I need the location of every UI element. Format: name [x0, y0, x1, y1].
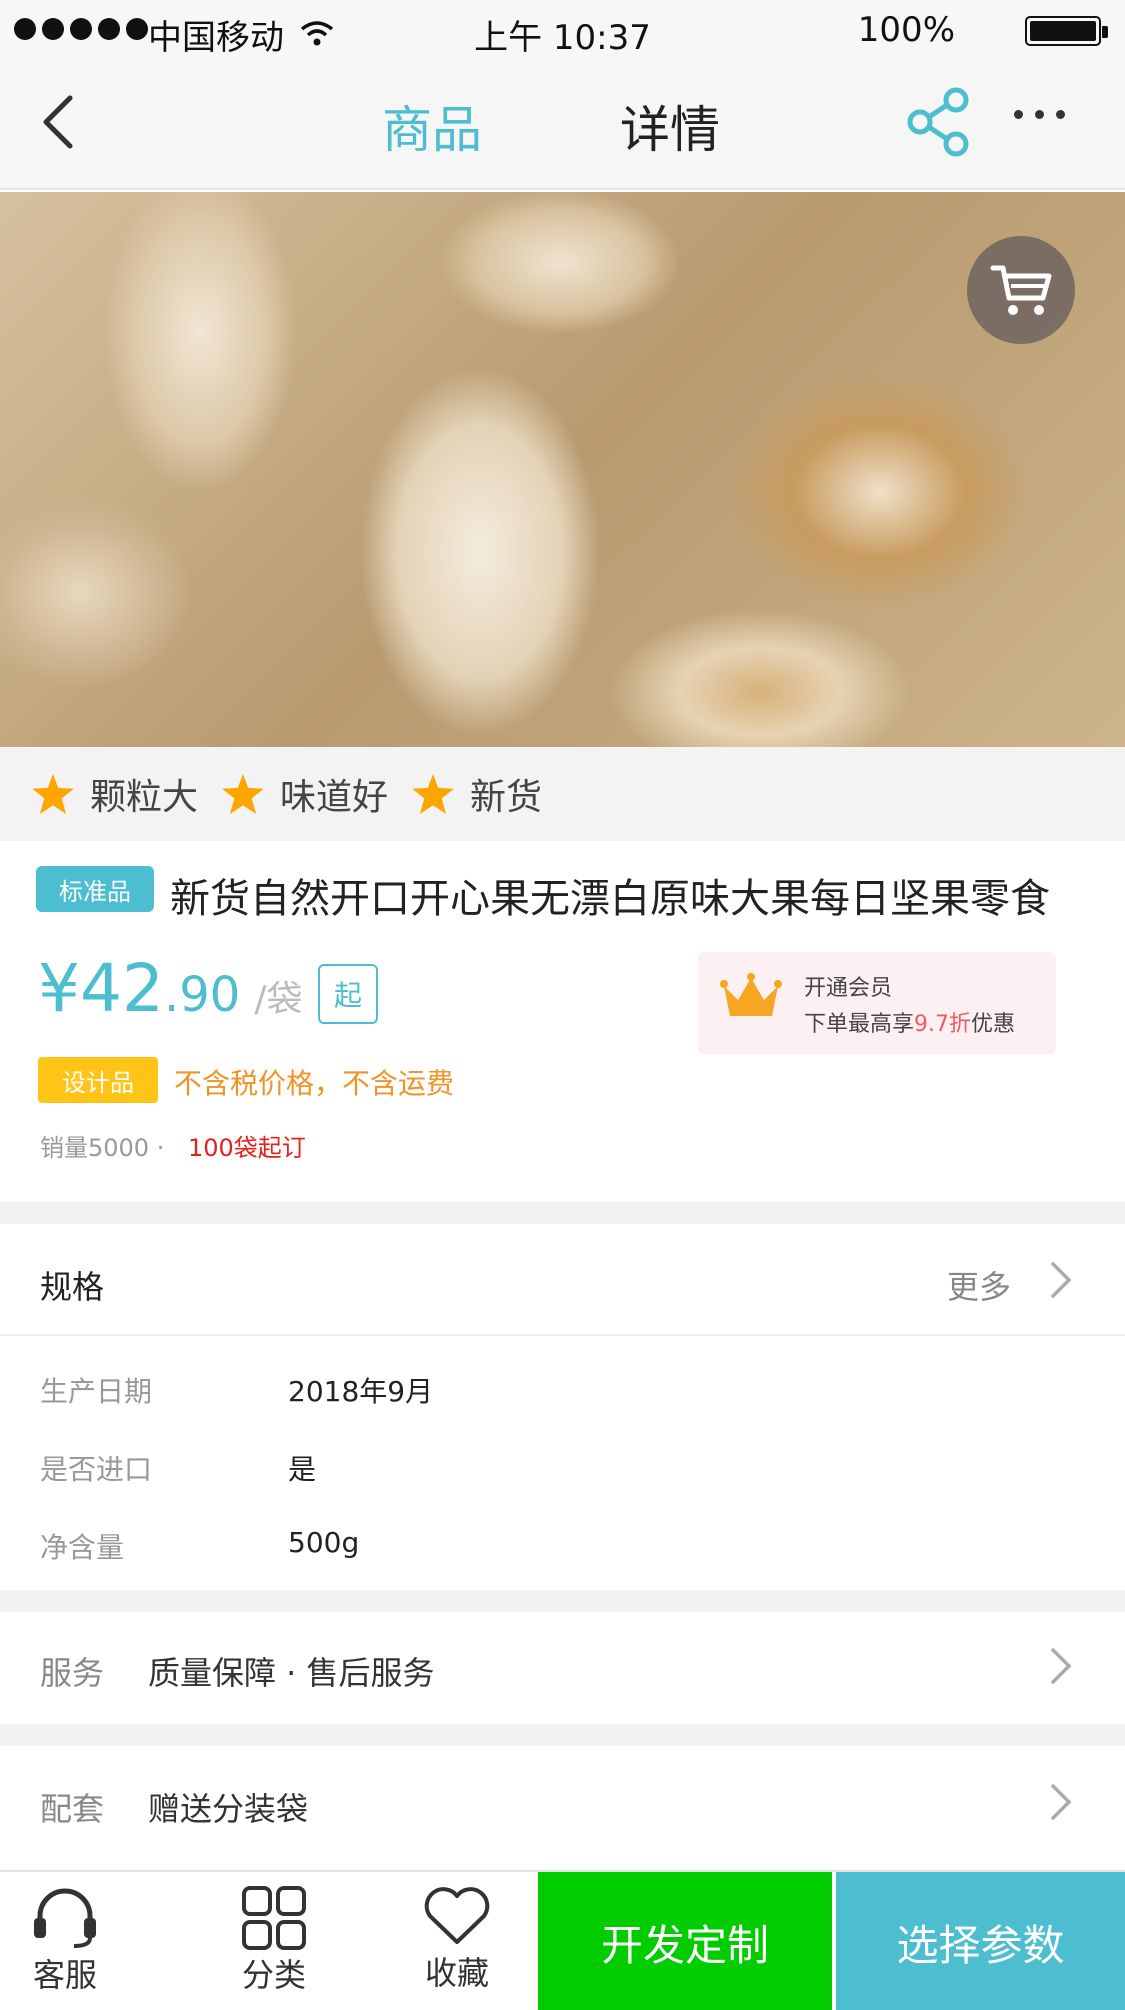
price-decimal: .90 [163, 967, 241, 1023]
vip-discount: 9.7折 [914, 1012, 972, 1037]
clock: 上午 10:37 [474, 18, 651, 58]
specs-header[interactable]: 规格 更多 [0, 1224, 1125, 1334]
spec-key: 生产日期 [40, 1375, 153, 1408]
vip-desc-prefix: 下单最高享 [804, 1012, 915, 1037]
heart-icon [424, 1887, 490, 1944]
section-divider [0, 1590, 1125, 1612]
service-label: 服务 [40, 1654, 105, 1692]
design-badge: 设计品 [38, 1057, 158, 1103]
standard-badge: 标准品 [36, 866, 154, 912]
customer-service-button[interactable]: 客服 [30, 1886, 100, 1996]
product-image[interactable] [0, 192, 1125, 747]
tab-product[interactable]: 商品 [382, 90, 482, 162]
price-currency: ¥ [38, 950, 80, 1027]
tax-note: 不含税价格，不含运费 [174, 1067, 455, 1100]
accessory-row[interactable]: 配套 赠送分装袋 [0, 1746, 1125, 1858]
select-params-button[interactable]: 选择参数 [836, 1872, 1125, 2010]
section-divider [0, 1724, 1125, 1746]
bottom-action-bar: 客服 分类 收藏 开发定制 选择参数 [0, 1870, 1125, 2010]
status-bar: 中国移动 上午 10:37 100% [0, 0, 1125, 60]
customer-service-label: 客服 [32, 1956, 97, 1994]
feature-tag: 味道好 [222, 768, 388, 820]
star-icon [222, 774, 264, 814]
star-icon [412, 774, 454, 814]
category-label: 分类 [241, 1956, 306, 1994]
nav-bar: 商品 详情 [0, 60, 1125, 190]
favorite-button[interactable]: 收藏 [422, 1884, 492, 1994]
minimum-order: 100袋起订 [188, 1134, 306, 1162]
vip-title: 开通会员 [804, 976, 893, 1001]
share-icon[interactable] [906, 86, 972, 162]
battery-percentage: 100% [857, 10, 955, 50]
service-value: 质量保障 · 售后服务 [148, 1654, 435, 1692]
section-divider [0, 1202, 1125, 1224]
headset-icon [34, 1888, 96, 1948]
feature-tag: 颗粒大 [32, 768, 198, 820]
battery-icon [1025, 16, 1108, 46]
favorite-label: 收藏 [424, 1954, 489, 1992]
feature-tag-label: 新货 [470, 777, 543, 818]
grid-icon [242, 1886, 306, 1950]
back-arrow-icon[interactable] [38, 92, 78, 156]
chevron-right-icon [1051, 1784, 1072, 1820]
divider [0, 1334, 1125, 1336]
specs-title: 规格 [40, 1268, 105, 1306]
cart-icon [990, 265, 1052, 315]
vip-description: 下单最高享9.7折优惠 [804, 1006, 1015, 1038]
accessory-value: 赠送分装袋 [148, 1790, 309, 1828]
price-integer: 42 [80, 950, 164, 1027]
feature-tag-label: 颗粒大 [90, 777, 199, 818]
feature-tag: 新货 [412, 768, 542, 820]
specs-more[interactable]: 更多 [947, 1262, 1011, 1308]
star-icon [32, 774, 74, 814]
crown-icon [720, 972, 782, 1026]
spec-key: 是否进口 [40, 1453, 153, 1486]
product-title: 新货自然开口开心果无漂白原味大果每日坚果零食 [170, 876, 1050, 922]
service-row[interactable]: 服务 质量保障 · 售后服务 [0, 1612, 1125, 1724]
spec-key: 净含量 [40, 1531, 125, 1564]
customize-button[interactable]: 开发定制 [538, 1872, 832, 2010]
feature-tag-label: 味道好 [280, 777, 389, 818]
spec-value: 500g [288, 1526, 360, 1559]
accessory-label: 配套 [40, 1790, 105, 1828]
price-unit: /袋 [254, 979, 303, 1020]
start-badge: 起 [318, 964, 378, 1024]
tab-detail[interactable]: 详情 [620, 90, 720, 162]
more-icon[interactable] [1014, 110, 1065, 119]
category-button[interactable]: 分类 [240, 1886, 308, 1996]
cart-button[interactable] [967, 236, 1075, 344]
feature-tags: 颗粒大 味道好 新货 [0, 747, 1125, 841]
chevron-right-icon [1051, 1262, 1072, 1298]
chevron-right-icon [1051, 1648, 1072, 1684]
spec-value: 2018年9月 [288, 1375, 434, 1408]
vip-desc-suffix: 优惠 [971, 1012, 1016, 1037]
vip-promo-card[interactable]: 开通会员 下单最高享9.7折优惠 [698, 952, 1056, 1054]
product-price: ¥42.90/袋 [38, 950, 302, 1027]
spec-value: 是 [288, 1453, 317, 1486]
sales-count: 销量5000 · [40, 1134, 165, 1162]
